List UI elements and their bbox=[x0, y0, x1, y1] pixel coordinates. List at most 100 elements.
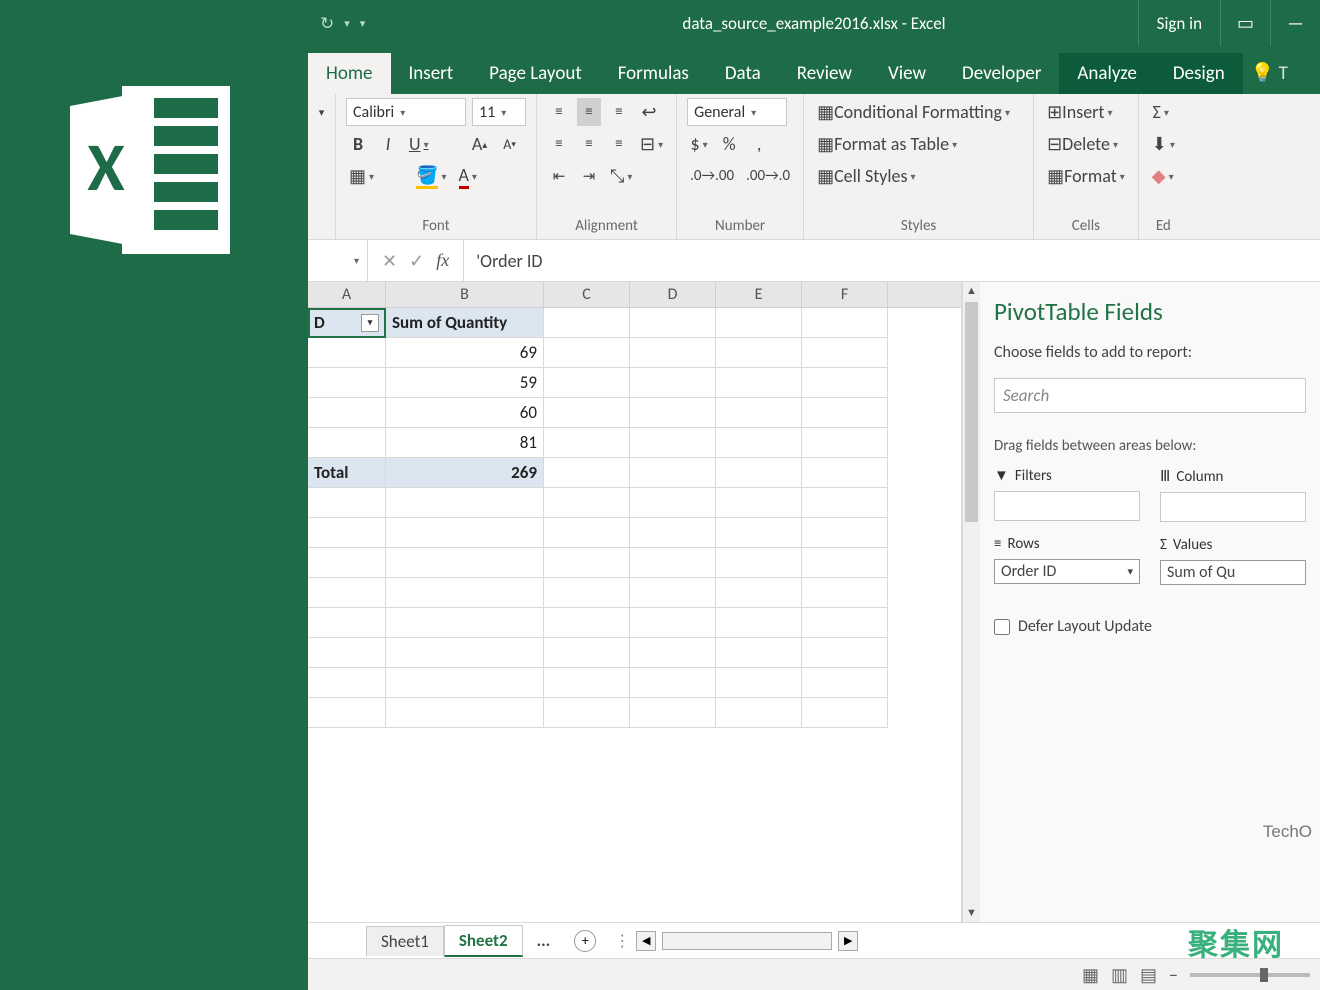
cell-total-label[interactable]: Total bbox=[308, 458, 386, 488]
decrease-decimal-icon[interactable]: .00→.0 bbox=[743, 162, 793, 190]
cell[interactable] bbox=[802, 338, 888, 368]
vertical-scrollbar[interactable]: ▲ ▼ bbox=[962, 282, 980, 922]
cell-styles-button[interactable]: ▦ Cell Styles▾ bbox=[814, 162, 919, 190]
orientation-icon[interactable]: ⤡▾ bbox=[607, 162, 635, 190]
tab-developer[interactable]: Developer bbox=[944, 53, 1059, 94]
tab-page-layout[interactable]: Page Layout bbox=[471, 53, 600, 94]
cell[interactable] bbox=[386, 668, 544, 698]
cell[interactable] bbox=[802, 518, 888, 548]
fill-icon[interactable]: ⬇▾ bbox=[1149, 130, 1178, 158]
sheet-tab-more[interactable]: ... bbox=[523, 926, 565, 955]
sheet-tab-sheet2[interactable]: Sheet2 bbox=[444, 925, 523, 957]
cell[interactable] bbox=[544, 488, 630, 518]
tab-formulas[interactable]: Formulas bbox=[600, 53, 707, 94]
cell[interactable] bbox=[802, 608, 888, 638]
cell[interactable] bbox=[386, 548, 544, 578]
cell[interactable] bbox=[716, 428, 802, 458]
tell-me-icon[interactable]: 💡 T bbox=[1243, 52, 1296, 94]
decrease-font-icon[interactable]: A▾ bbox=[498, 130, 522, 158]
ribbon-display-options-icon[interactable]: ▭ bbox=[1220, 0, 1270, 46]
cell[interactable] bbox=[630, 608, 716, 638]
cell[interactable] bbox=[308, 398, 386, 428]
cell[interactable] bbox=[630, 428, 716, 458]
col-header-d[interactable]: D bbox=[630, 282, 716, 307]
normal-view-icon[interactable]: ▦ bbox=[1082, 964, 1099, 986]
new-sheet-button[interactable]: + bbox=[574, 930, 596, 952]
cell[interactable] bbox=[630, 368, 716, 398]
cell[interactable] bbox=[716, 638, 802, 668]
col-header-e[interactable]: E bbox=[716, 282, 802, 307]
cell[interactable] bbox=[630, 578, 716, 608]
cell[interactable] bbox=[308, 518, 386, 548]
qat-dropdown-icon[interactable]: ▾ bbox=[344, 17, 350, 30]
cell-total-value[interactable]: 269 bbox=[386, 458, 544, 488]
cell[interactable] bbox=[716, 338, 802, 368]
cell[interactable]: 69 bbox=[386, 338, 544, 368]
defer-layout-checkbox[interactable] bbox=[994, 619, 1010, 635]
cell[interactable] bbox=[544, 308, 630, 338]
hscroll-right-icon[interactable]: ▶ bbox=[838, 931, 858, 951]
rows-field-item[interactable]: Order ID▾ bbox=[994, 559, 1140, 584]
cell[interactable] bbox=[716, 698, 802, 728]
cell[interactable] bbox=[308, 368, 386, 398]
conditional-formatting-button[interactable]: ▦ Conditional Formatting▾ bbox=[814, 98, 1013, 126]
cell[interactable] bbox=[802, 398, 888, 428]
cell[interactable] bbox=[544, 398, 630, 428]
formula-input[interactable]: 'Order ID bbox=[464, 250, 542, 272]
cell[interactable] bbox=[308, 428, 386, 458]
cell[interactable] bbox=[544, 368, 630, 398]
page-layout-view-icon[interactable]: ▥ bbox=[1111, 964, 1128, 986]
cell[interactable] bbox=[544, 638, 630, 668]
cell[interactable] bbox=[544, 698, 630, 728]
col-header-c[interactable]: C bbox=[544, 282, 630, 307]
touch-mode-icon[interactable]: ▾ bbox=[360, 17, 366, 30]
comma-format-icon[interactable]: , bbox=[747, 130, 771, 158]
accounting-format-icon[interactable]: $▾ bbox=[687, 130, 711, 158]
align-left-icon[interactable]: ≡ bbox=[547, 130, 571, 158]
underline-button[interactable]: U▾ bbox=[406, 130, 432, 158]
tab-design[interactable]: Design bbox=[1155, 53, 1243, 94]
tab-home[interactable]: Home bbox=[308, 53, 391, 94]
cell[interactable] bbox=[802, 428, 888, 458]
font-name-combo[interactable]: Calibri▾ bbox=[346, 98, 466, 126]
cell[interactable] bbox=[802, 638, 888, 668]
cell[interactable] bbox=[802, 368, 888, 398]
merge-center-icon[interactable]: ⊟▾ bbox=[637, 130, 666, 158]
cell[interactable] bbox=[630, 638, 716, 668]
cell[interactable] bbox=[630, 518, 716, 548]
cell[interactable] bbox=[630, 548, 716, 578]
cell[interactable] bbox=[544, 608, 630, 638]
decrease-indent-icon[interactable]: ⇤ bbox=[547, 162, 571, 190]
scroll-down-icon[interactable]: ▼ bbox=[963, 904, 980, 922]
cell[interactable] bbox=[544, 518, 630, 548]
font-size-combo[interactable]: 11▾ bbox=[472, 98, 526, 126]
cell[interactable] bbox=[802, 488, 888, 518]
columns-drop-area[interactable] bbox=[1160, 492, 1306, 522]
cell[interactable]: 59 bbox=[386, 368, 544, 398]
wrap-text-icon[interactable]: ↩ bbox=[637, 98, 661, 126]
cell[interactable]: 81 bbox=[386, 428, 544, 458]
cell-a1-selected[interactable]: D▾ bbox=[308, 308, 386, 338]
cell[interactable] bbox=[716, 458, 802, 488]
col-header-f[interactable]: F bbox=[802, 282, 888, 307]
paste-dropdown-icon[interactable]: ▾ bbox=[310, 98, 334, 126]
increase-decimal-icon[interactable]: .0→.00 bbox=[687, 162, 737, 190]
redo-icon[interactable]: ↻ bbox=[320, 13, 334, 34]
cell[interactable] bbox=[716, 578, 802, 608]
borders-icon[interactable]: ▦▾ bbox=[346, 162, 377, 190]
cell[interactable] bbox=[386, 488, 544, 518]
cell[interactable] bbox=[308, 638, 386, 668]
cell[interactable] bbox=[308, 668, 386, 698]
scroll-thumb[interactable] bbox=[965, 302, 978, 522]
fx-icon[interactable]: fx bbox=[436, 250, 449, 271]
cell[interactable] bbox=[308, 548, 386, 578]
align-right-icon[interactable]: ≡ bbox=[607, 130, 631, 158]
name-box[interactable]: ▾ bbox=[308, 240, 368, 281]
cell[interactable] bbox=[544, 668, 630, 698]
cell-b1[interactable]: Sum of Quantity bbox=[386, 308, 544, 338]
spreadsheet-grid[interactable]: A B C D E F D▾ Sum of Quantity 69 59 60 bbox=[308, 282, 962, 922]
minimize-icon[interactable]: — bbox=[1270, 0, 1320, 46]
cell[interactable] bbox=[802, 668, 888, 698]
delete-cells-button[interactable]: ⊟ Delete▾ bbox=[1044, 130, 1121, 158]
scroll-up-icon[interactable]: ▲ bbox=[963, 282, 980, 300]
